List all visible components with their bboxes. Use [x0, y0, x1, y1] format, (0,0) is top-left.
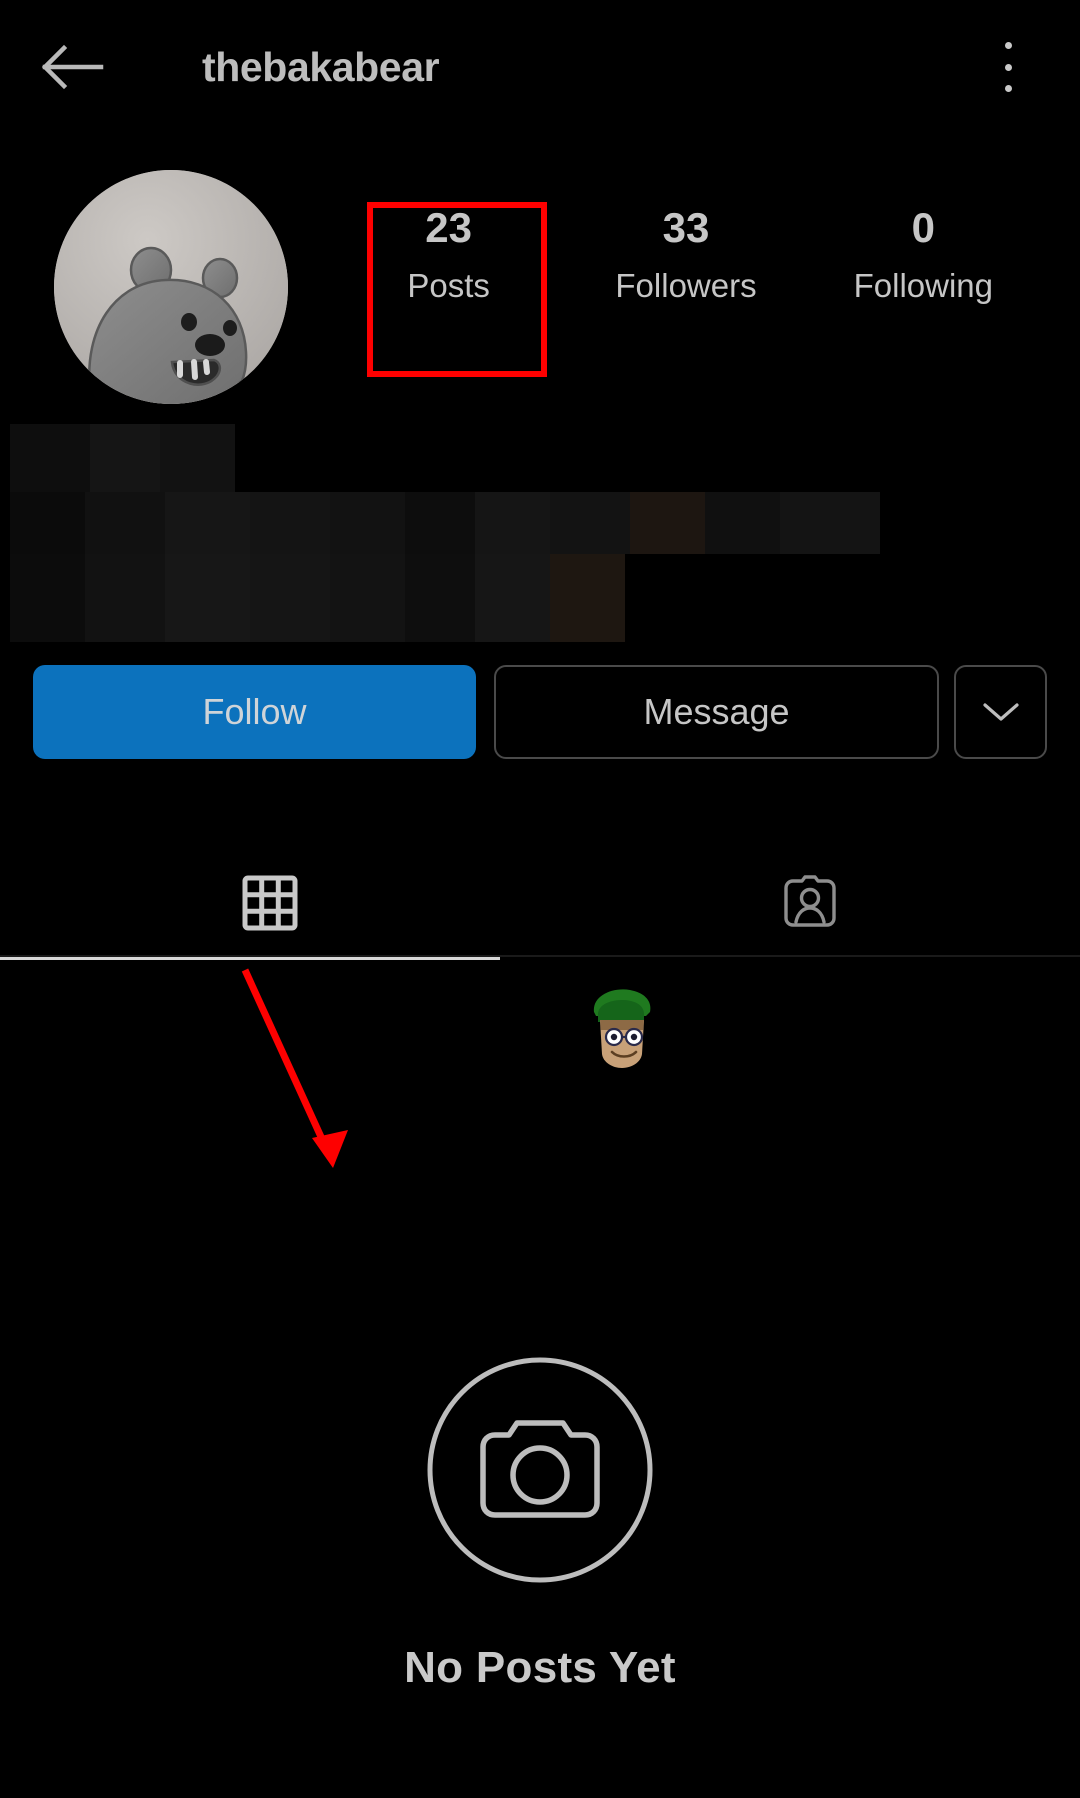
- arrow-left-icon: [41, 44, 104, 90]
- tab-grid[interactable]: [0, 845, 540, 960]
- profile-stats: 23 Posts 33 Followers 0 Following: [330, 200, 1042, 309]
- empty-state: No Posts Yet: [0, 1355, 1080, 1693]
- stat-followers-value: 33: [662, 204, 710, 251]
- stat-posts-value: 23: [425, 204, 473, 251]
- empty-state-text: No Posts Yet: [404, 1643, 676, 1692]
- bio-redacted-area: [10, 424, 1035, 642]
- tagged-person-icon: [784, 874, 836, 927]
- stat-posts-label: Posts: [407, 267, 490, 304]
- app-header: thebakabear: [0, 0, 1080, 132]
- arrow-down-right-icon: [241, 968, 348, 1168]
- stat-following[interactable]: 0 Following: [805, 200, 1042, 309]
- avatar[interactable]: [54, 170, 288, 404]
- profile-tabs: [0, 845, 1080, 960]
- emoji-artifact: [578, 982, 664, 1074]
- grid-icon: [242, 875, 298, 930]
- back-button[interactable]: [40, 34, 106, 100]
- annotation-arrow: [200, 960, 400, 1190]
- stat-followers-label: Followers: [615, 267, 757, 304]
- chevron-down-icon: [982, 703, 1019, 721]
- instagram-profile-screen: thebakabear 23 Posts 33 Followers 0 Foll…: [0, 0, 1080, 1798]
- follow-button[interactable]: Follow: [33, 665, 476, 759]
- message-button[interactable]: Message: [494, 665, 939, 759]
- kebab-menu-icon-dot3: [1004, 85, 1012, 92]
- stat-posts[interactable]: 23 Posts: [330, 200, 567, 309]
- face-emoji-icon: [593, 989, 651, 1068]
- camera-circle-icon: [427, 1357, 653, 1583]
- kebab-menu-icon: [1004, 42, 1012, 49]
- stat-followers[interactable]: 33 Followers: [567, 200, 804, 309]
- stat-following-value: 0: [911, 204, 935, 251]
- more-options-button[interactable]: [954, 665, 1047, 759]
- camera-circle-icon-wrap: [425, 1355, 655, 1585]
- page-title: thebakabear: [202, 44, 440, 90]
- tab-tagged[interactable]: [540, 845, 1080, 960]
- profile-actions: Follow Message: [33, 665, 1047, 761]
- kebab-menu-icon-dot2: [1004, 63, 1012, 71]
- stat-following-label: Following: [853, 267, 994, 304]
- overflow-menu-button[interactable]: [982, 36, 1034, 98]
- tabs-divider: [0, 955, 1080, 957]
- bear-avatar: [54, 170, 288, 404]
